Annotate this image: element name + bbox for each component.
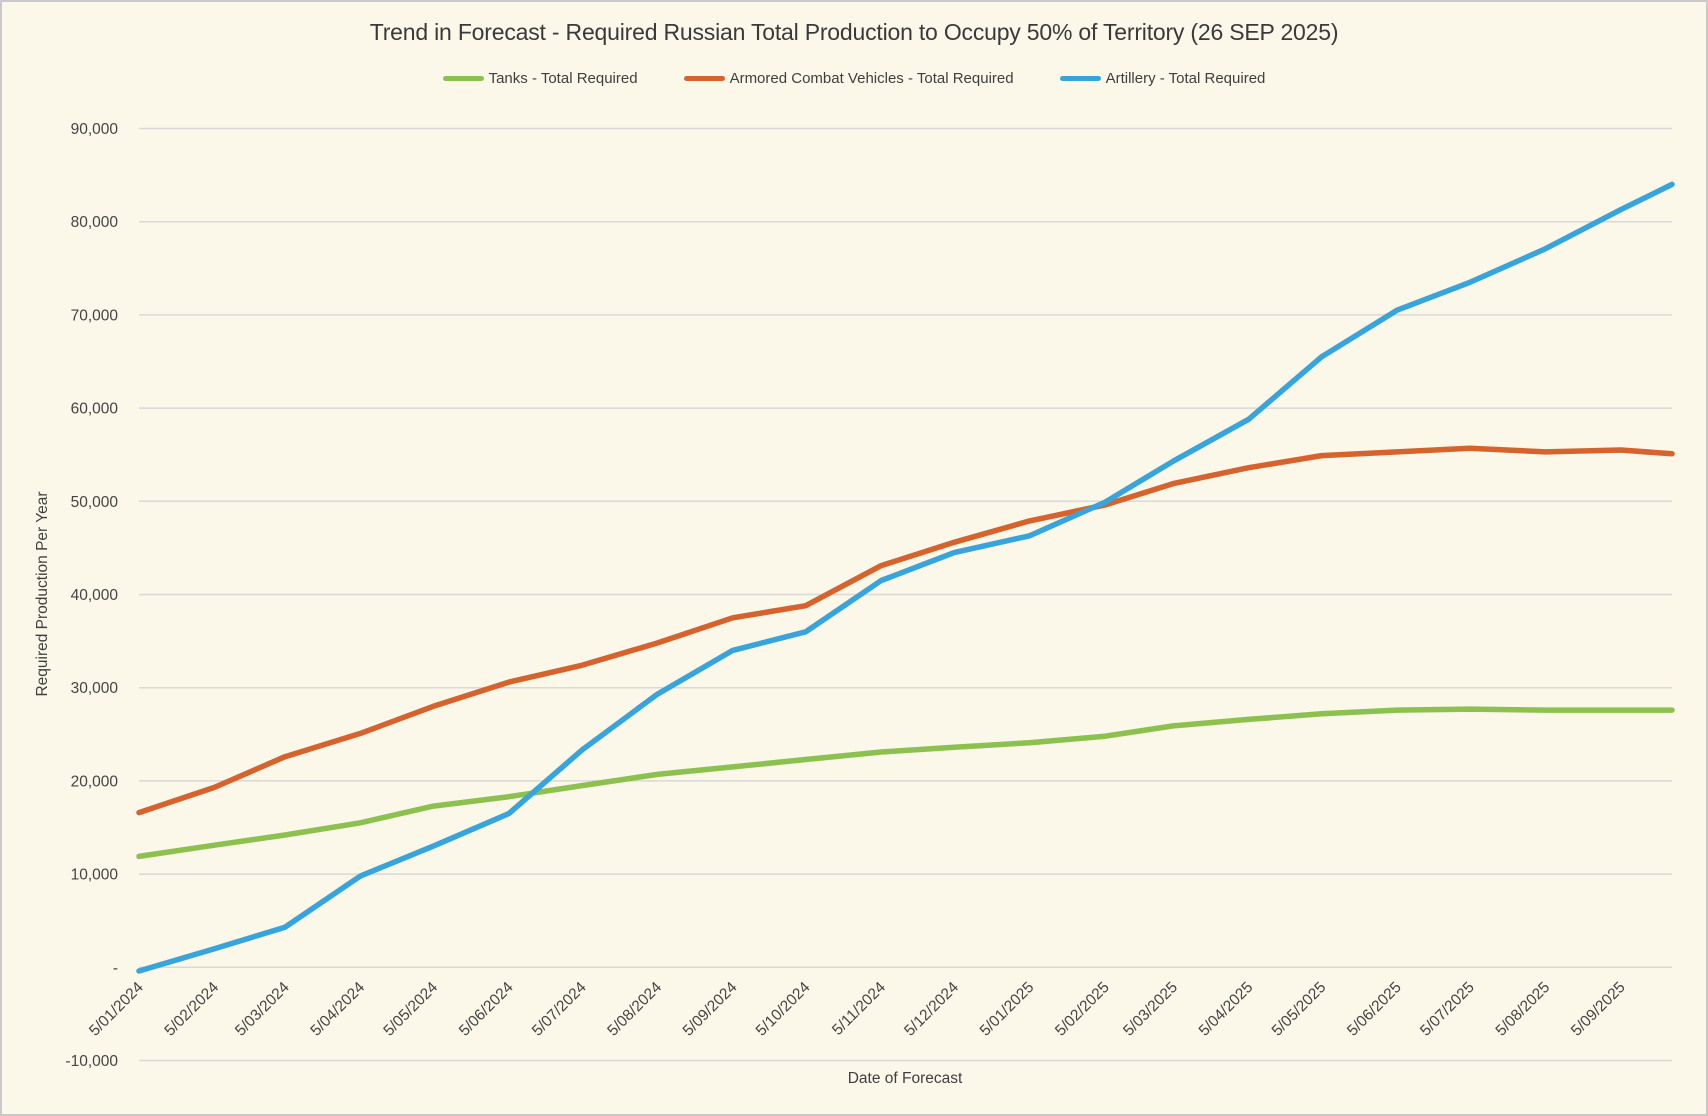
y-tick-label: -10,000: [65, 1053, 118, 1070]
x-tick-label: 5/03/2024: [232, 979, 293, 1040]
y-tick-label: 10,000: [71, 867, 119, 884]
x-tick-label: 5/09/2024: [680, 979, 741, 1040]
x-axis-tick-labels: 5/01/2024 5/02/2024 5/03/2024 5/04/2024 5/05…: [86, 979, 1629, 1040]
x-tick-label: 5/01/2025: [977, 979, 1038, 1040]
x-tick-label: 5/04/2024: [307, 979, 368, 1040]
x-tick-label: 5/02/2025: [1052, 979, 1113, 1040]
series-lines: [136, 181, 1675, 974]
x-tick-label: 5/06/2024: [456, 979, 517, 1040]
y-tick-label: 90,000: [71, 121, 119, 138]
y-tick-label: 80,000: [71, 214, 119, 231]
y-tick-label: 40,000: [71, 587, 119, 604]
x-tick-label: 5/06/2025: [1344, 979, 1405, 1040]
x-tick-label: 5/12/2024: [901, 979, 962, 1040]
x-tick-label: 5/08/2025: [1493, 979, 1554, 1040]
x-tick-label: 5/02/2024: [161, 979, 222, 1040]
y-axis-title: Required Production Per Year: [34, 491, 51, 696]
series-line-armored-combat-vehicles: [136, 445, 1675, 816]
x-axis-title: Date of Forecast: [848, 1070, 963, 1087]
y-tick-label: 70,000: [71, 307, 119, 324]
y-tick-label: 60,000: [71, 401, 119, 418]
x-tick-label: 5/03/2025: [1120, 979, 1181, 1040]
chart-canvas: Trend in Forecast - Required Russian Tot…: [0, 0, 1708, 1116]
y-axis-tick-labels: 90,000 80,000 70,000 60,000 50,000 40,000 30,0…: [65, 121, 118, 1070]
x-tick-label: 5/08/2024: [604, 979, 665, 1040]
y-tick-label: 20,000: [71, 773, 119, 790]
x-tick-label: 5/01/2024: [86, 979, 147, 1040]
x-tick-label: 5/07/2025: [1417, 979, 1478, 1040]
y-tick-label: -: [113, 960, 118, 977]
plot-area: 90,000 80,000 70,000 60,000 50,000 40,000 30,0…: [34, 121, 1675, 1087]
x-tick-label: 5/11/2024: [829, 979, 889, 1039]
gridlines: [139, 127, 1672, 1062]
y-tick-label: 50,000: [71, 494, 119, 511]
x-tick-label: 5/09/2025: [1568, 979, 1629, 1040]
x-tick-label: 5/05/2025: [1269, 979, 1330, 1040]
series-line-artillery: [136, 181, 1675, 974]
y-tick-label: 30,000: [71, 680, 119, 697]
x-tick-label: 5/07/2024: [529, 979, 590, 1040]
x-tick-label: 5/05/2024: [380, 979, 441, 1040]
x-tick-label: 5/10/2024: [753, 979, 814, 1040]
x-tick-label: 5/04/2025: [1196, 979, 1257, 1040]
